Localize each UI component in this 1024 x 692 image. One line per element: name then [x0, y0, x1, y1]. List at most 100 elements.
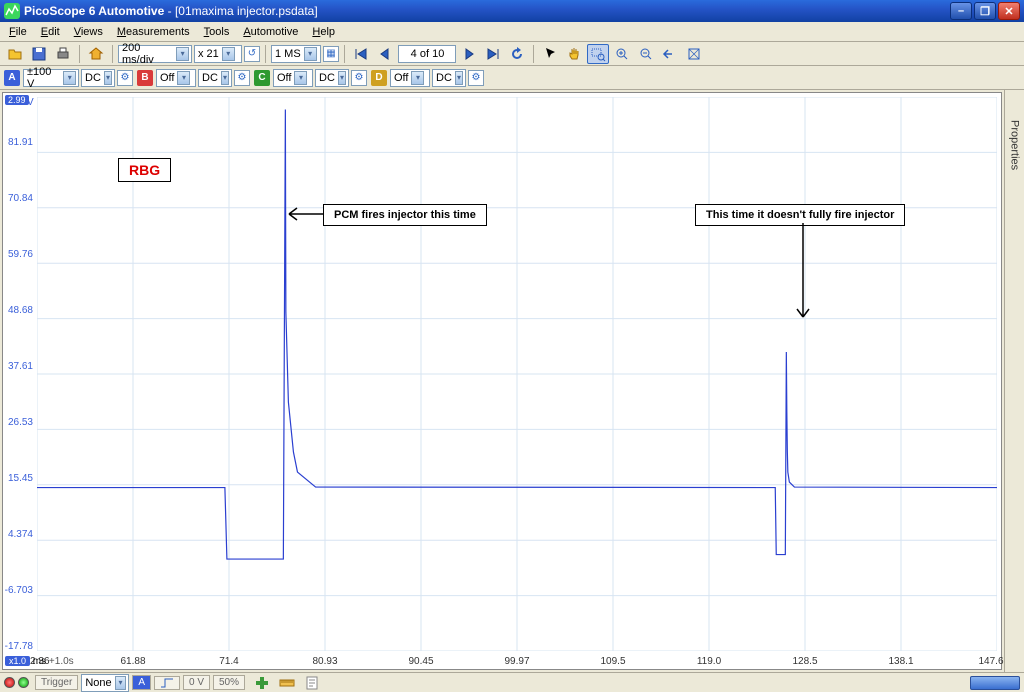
menu-measurements[interactable]: Measurements [110, 24, 197, 40]
trigger-mode-select[interactable]: None▾ [81, 674, 129, 692]
x-tick: 80.93 [312, 656, 337, 667]
channel-c-options[interactable]: ⚙ [351, 70, 367, 86]
channel-b-range[interactable]: Off▾ [156, 69, 196, 87]
menu-file[interactable]: File [2, 24, 34, 40]
annotation-1: PCM fires injector this time [323, 204, 487, 226]
y-tick: 81.91 [0, 137, 33, 148]
channel-a-range[interactable]: ±100 V▾ [23, 69, 79, 87]
channel-a-options[interactable]: ⚙ [117, 70, 133, 86]
menu-views[interactable]: Views [67, 24, 110, 40]
home-button[interactable] [85, 44, 107, 64]
menu-help[interactable]: Help [305, 24, 342, 40]
channel-d-options[interactable]: ⚙ [468, 70, 484, 86]
trigger-pct[interactable]: 50% [213, 675, 245, 690]
y-top-scale: 2.99 [5, 95, 29, 105]
go-next-button[interactable] [458, 44, 480, 64]
trigger-level[interactable]: 0 V [183, 675, 210, 690]
y-tick: 4.374 [0, 529, 33, 540]
x-tick: 71.4 [219, 656, 238, 667]
pointer-tool[interactable] [539, 44, 561, 64]
run-indicator[interactable] [18, 677, 29, 688]
menu-edit[interactable]: Edit [34, 24, 67, 40]
channel-c-range[interactable]: Off▾ [273, 69, 313, 87]
x-axis-unit: x1.0 ms +1.0s [5, 656, 74, 667]
zoom-x-select[interactable]: x 21▾ [194, 45, 242, 63]
y-tick: 70.84 [0, 193, 33, 204]
trigger-edge[interactable] [154, 676, 180, 690]
plot-canvas[interactable] [37, 97, 997, 651]
channel-c-coupling[interactable]: DC▾ [315, 69, 349, 87]
minimize-button[interactable]: – [950, 2, 972, 20]
window-titlebar: PicoScope 6 Automotive - [01maxima injec… [0, 0, 1024, 22]
main-toolbar: 200 ms/div▾ x 21▾ ↺ 1 MS▾ ▦ 4 of 10 [0, 42, 1024, 66]
app-title: PicoScope 6 Automotive [24, 4, 164, 18]
open-button[interactable] [4, 44, 26, 64]
status-bar: Trigger None▾ A 0 V 50% [0, 672, 1024, 692]
channel-d-coupling[interactable]: DC▾ [432, 69, 466, 87]
channel-toolbar: A ±100 V▾ DC▾ ⚙ B Off▾ DC▾ ⚙ C Off▾ DC▾ … [0, 66, 1024, 90]
go-last-button[interactable] [482, 44, 504, 64]
x-tick: 119.0 [697, 656, 721, 667]
rbg-annotation: RBG [118, 158, 171, 182]
ruler-button[interactable] [276, 673, 298, 692]
go-prev-button[interactable] [374, 44, 396, 64]
channel-c-label: C [254, 70, 270, 86]
stop-indicator[interactable] [4, 677, 15, 688]
y-tick: 26.53 [0, 417, 33, 428]
channel-a-label: A [4, 70, 20, 86]
zoom-out-tool[interactable] [635, 44, 657, 64]
progress-indicator [970, 676, 1020, 690]
y-tick: 48.68 [0, 305, 33, 316]
y-axis-unit: V [27, 97, 34, 108]
go-first-button[interactable] [350, 44, 372, 64]
refresh-button[interactable] [506, 44, 528, 64]
zoom-select-tool[interactable] [587, 44, 609, 64]
notes-button[interactable] [301, 673, 323, 692]
chevron-down-icon: ▾ [176, 47, 189, 61]
app-icon [4, 3, 20, 19]
y-tick: -6.703 [0, 585, 33, 596]
arrow-icon [283, 204, 323, 224]
x-tick: 99.97 [504, 656, 529, 667]
trigger-label: Trigger [35, 675, 78, 690]
trigger-source[interactable]: A [132, 675, 151, 690]
channel-b-label: B [137, 70, 153, 86]
hand-tool[interactable] [563, 44, 585, 64]
samples-config-button[interactable]: ▦ [323, 46, 339, 62]
plot-area[interactable]: 2.99 V 81.91 70.84 59.76 48.68 37.61 26.… [2, 92, 1002, 670]
menu-automotive[interactable]: Automotive [236, 24, 305, 40]
channel-d-label: D [371, 70, 387, 86]
y-tick: 15.45 [0, 473, 33, 484]
x-tick: 90.45 [408, 656, 433, 667]
save-button[interactable] [28, 44, 50, 64]
undo-zoom-button[interactable] [659, 44, 681, 64]
channel-d-range[interactable]: Off▾ [390, 69, 430, 87]
samples-select[interactable]: 1 MS▾ [271, 45, 321, 63]
arrow-icon [793, 223, 813, 323]
x-tick: 138.1 [888, 656, 913, 667]
channel-b-options[interactable]: ⚙ [234, 70, 250, 86]
zoom-in-tool[interactable] [611, 44, 633, 64]
document-filename: - [01maxima injector.psdata] [168, 4, 318, 18]
y-tick: -17.78 [0, 641, 33, 652]
channel-b-coupling[interactable]: DC▾ [198, 69, 232, 87]
chevron-down-icon: ▾ [222, 47, 235, 61]
zoom-fit-button[interactable] [683, 44, 705, 64]
maximize-button[interactable]: ❐ [974, 2, 996, 20]
scope-workarea: 2.99 V 81.91 70.84 59.76 48.68 37.61 26.… [0, 90, 1024, 672]
close-button[interactable]: ✕ [998, 2, 1020, 20]
reset-zoom-button[interactable]: ↺ [244, 46, 260, 62]
x-tick: 147.6 [978, 656, 1003, 667]
timebase-select[interactable]: 200 ms/div▾ [118, 45, 192, 63]
menu-bar: File Edit Views Measurements Tools Autom… [0, 22, 1024, 42]
measure-add-button[interactable] [251, 673, 273, 692]
menu-tools[interactable]: Tools [197, 24, 237, 40]
x-tick: 109.5 [600, 656, 625, 667]
print-button[interactable] [52, 44, 74, 64]
properties-tab[interactable]: Properties [1004, 90, 1024, 672]
y-tick: 37.61 [0, 361, 33, 372]
x-tick: 128.5 [792, 656, 817, 667]
channel-a-coupling[interactable]: DC▾ [81, 69, 115, 87]
chevron-down-icon: ▾ [304, 47, 317, 61]
page-indicator[interactable]: 4 of 10 [398, 45, 456, 63]
